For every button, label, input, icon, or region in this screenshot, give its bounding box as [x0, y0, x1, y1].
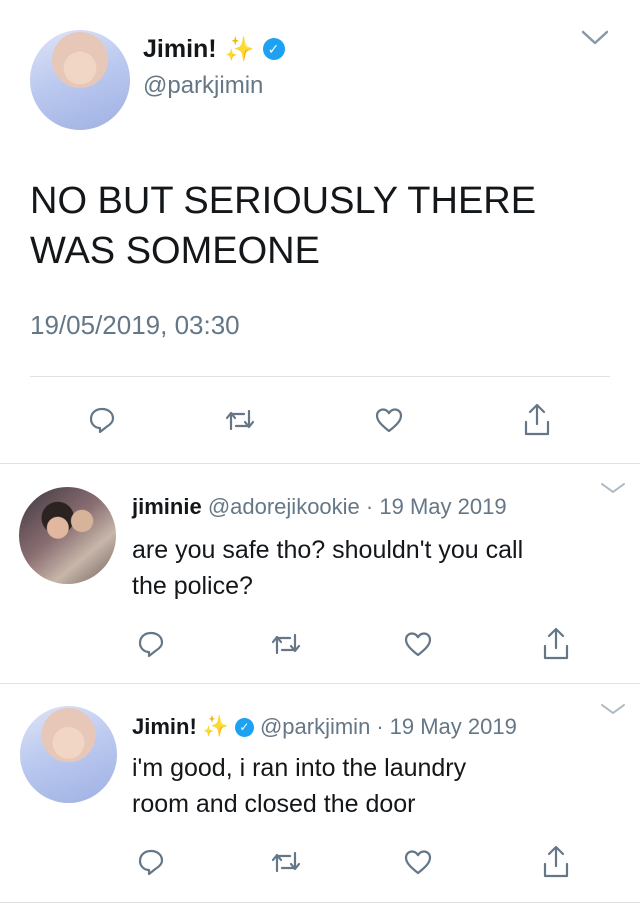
author-line: Jimin! ✨ ✓	[143, 32, 285, 66]
tweet-date[interactable]: 19 May 2019	[379, 494, 506, 519]
retweet-icon	[271, 851, 301, 873]
divider	[0, 683, 640, 684]
retweet-icon	[271, 633, 301, 655]
reply-icon	[138, 631, 164, 658]
timestamp[interactable]: 19/05/2019, 03:30	[30, 310, 240, 341]
tweet-text: NO BUT SERIOUSLY THERE WAS SOMEONE	[30, 176, 536, 276]
display-name[interactable]: Jimin!	[132, 714, 197, 740]
heart-icon	[375, 408, 403, 433]
tweet-text-line: are you safe tho? shouldn't you call	[132, 536, 524, 564]
reply-button[interactable]	[131, 624, 171, 664]
tweet-text-line: i'm good, i ran into the laundry	[132, 754, 467, 782]
like-button[interactable]	[369, 400, 409, 440]
like-button[interactable]	[398, 842, 438, 882]
tweet-text-line: the police?	[132, 572, 253, 600]
share-button[interactable]	[515, 398, 559, 442]
share-icon	[543, 845, 569, 878]
chevron-down-icon[interactable]	[599, 702, 627, 716]
heart-icon	[404, 850, 432, 875]
verified-icon: ✓	[234, 717, 254, 737]
tweet-text-line: room and closed the door	[132, 790, 416, 818]
avatar[interactable]	[19, 487, 116, 584]
sparkles-emoji: ✨	[202, 715, 229, 738]
separator: ·	[365, 494, 374, 519]
reply-button[interactable]	[131, 842, 171, 882]
chevron-down-icon[interactable]	[580, 28, 610, 48]
verified-icon: ✓	[262, 38, 285, 60]
display-name[interactable]: Jimin!	[143, 35, 217, 64]
retweet-button[interactable]	[266, 842, 306, 882]
divider	[0, 902, 640, 903]
separator: ·	[376, 714, 384, 739]
chevron-down-icon[interactable]	[599, 481, 627, 495]
avatar[interactable]	[30, 30, 130, 130]
retweet-icon	[225, 409, 255, 431]
handle[interactable]: @adorejikookie	[208, 494, 360, 519]
share-icon	[524, 403, 550, 436]
retweet-button[interactable]	[220, 400, 260, 440]
tweet-text: i'm good, i ran into the laundry room an…	[132, 750, 466, 822]
heart-icon	[404, 632, 432, 657]
reply-icon	[138, 849, 164, 876]
reply-button[interactable]	[82, 400, 122, 440]
handle[interactable]: @parkjimin	[143, 72, 263, 100]
share-icon	[543, 627, 569, 660]
share-button[interactable]	[534, 840, 578, 884]
divider	[30, 376, 610, 377]
divider	[0, 463, 640, 464]
tweet-text: are you safe tho? shouldn't you call the…	[132, 532, 523, 604]
sparkles-emoji: ✨	[224, 35, 255, 63]
tweet-date[interactable]: 19 May 2019	[390, 714, 517, 740]
avatar[interactable]	[20, 706, 117, 803]
tweet-text-line: WAS SOMEONE	[30, 230, 320, 272]
display-name[interactable]: jiminie	[132, 494, 202, 519]
tweet-text-line: NO BUT SERIOUSLY THERE	[30, 180, 537, 222]
share-button[interactable]	[534, 622, 578, 666]
handle[interactable]: @parkjimin	[260, 714, 370, 740]
author-line: jiminie @adorejikookie · 19 May 2019	[132, 494, 507, 520]
reply-icon	[89, 407, 115, 434]
author-line: Jimin! ✨ ✓ @parkjimin · 19 May 2019	[132, 710, 517, 744]
retweet-button[interactable]	[266, 624, 306, 664]
like-button[interactable]	[398, 624, 438, 664]
